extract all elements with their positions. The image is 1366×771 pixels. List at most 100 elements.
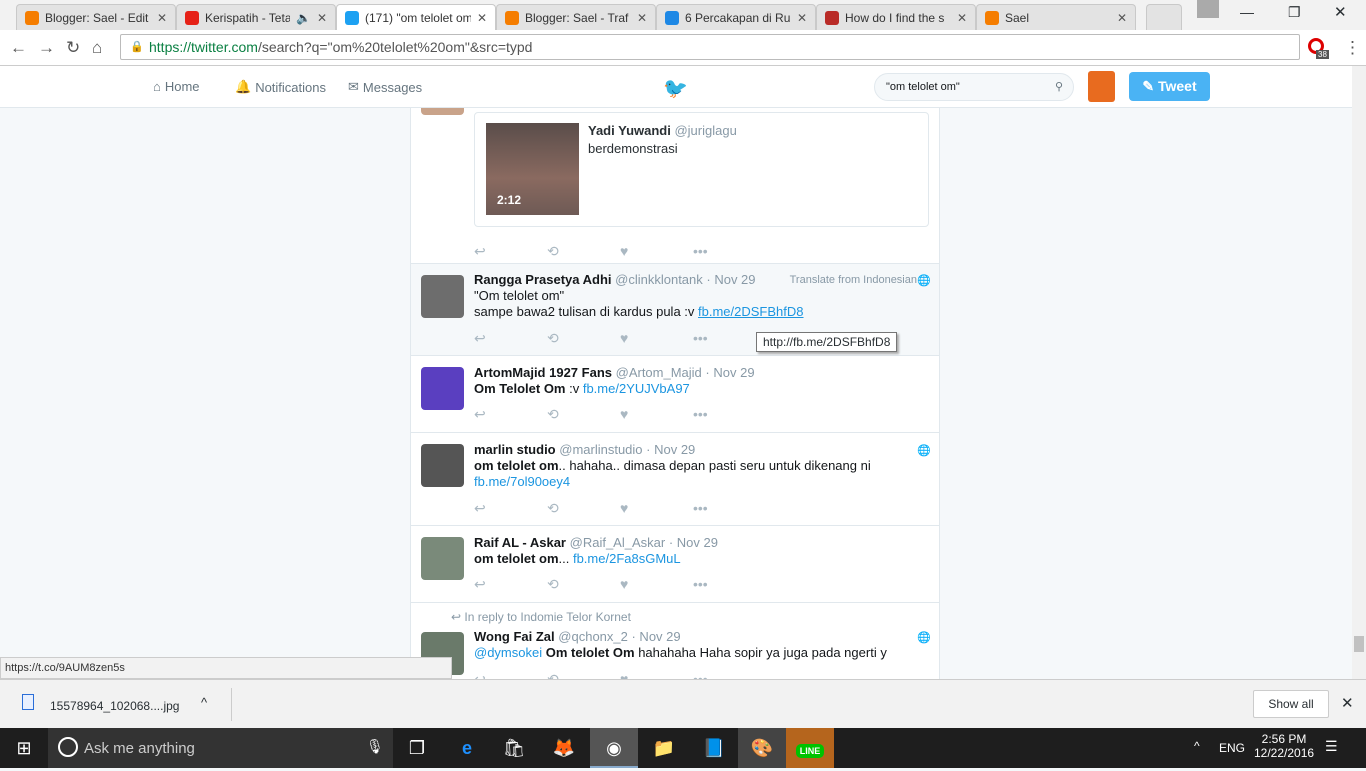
back-button[interactable]: ← [10,38,27,58]
clock[interactable]: 2:56 PM 12/22/2016 [1254,732,1314,760]
author-name[interactable]: marlin studio [474,442,556,457]
avatar[interactable] [1088,71,1115,102]
home-button[interactable]: ⌂ [92,38,102,58]
browser-tab[interactable]: Blogger: Sael - Edit ✕ [16,4,176,30]
show-all-button[interactable]: Show all [1253,690,1329,718]
close-tab-icon[interactable]: ✕ [1117,11,1127,25]
profile-icon[interactable] [1197,0,1219,18]
chevron-up-icon[interactable]: ^ [201,695,207,710]
task-view-icon[interactable]: ❐ [393,728,441,768]
author-handle[interactable]: @marlinstudio [559,442,642,457]
reply-icon[interactable]: ↩ [474,330,547,347]
tweet[interactable]: ArtomMajid 1927 Fans @Artom_Majid · Nov … [411,356,939,433]
close-window-button[interactable]: ✕ [1334,3,1347,21]
browser-tab[interactable]: How do I find the s ✕ [816,4,976,30]
embedded-tweet-card[interactable]: 2:12 Yadi Yuwandi @juriglagu berdemonstr… [474,112,929,227]
tweet-link[interactable]: fb.me/7ol90oey4 [474,474,570,489]
close-tab-icon[interactable]: ✕ [957,11,967,25]
tweet-link[interactable]: fb.me/2Fa8sGMuL [573,551,681,566]
avatar[interactable] [421,537,464,580]
close-icon[interactable]: ✕ [1341,694,1354,712]
line-icon[interactable]: LINE [786,728,834,768]
scrollbar-thumb[interactable] [1354,636,1364,652]
author-name[interactable]: Yadi Yuwandi [588,123,671,138]
app-icon[interactable]: 📘 [690,728,738,768]
browser-tab[interactable]: Kerispatih - Teta 🔈 ✕ [176,4,336,30]
speaker-icon[interactable]: 🔈 [296,11,311,25]
more-icon[interactable]: ••• [693,406,766,423]
retweet-icon[interactable]: ⟲ [547,576,620,593]
paint-icon[interactable]: 🎨 [738,728,786,768]
tweet-date[interactable]: · Nov 29 [706,272,755,287]
author-name[interactable]: Wong Fai Zal [474,629,555,644]
close-tab-icon[interactable]: ✕ [317,11,327,25]
tweet[interactable]: 2:12 Yadi Yuwandi @juriglagu berdemonstr… [411,108,939,264]
address-bar[interactable]: 🔒 https://twitter.com/search?q="om%20tel… [120,34,1300,60]
chrome-icon[interactable]: ◉ [590,728,638,768]
cortana-search[interactable]: Ask me anything 🎙 [48,728,393,768]
video-thumbnail[interactable]: 2:12 [486,123,579,215]
more-icon[interactable]: ••• [693,500,766,517]
reply-icon[interactable]: ↩ [474,243,547,260]
search-icon[interactable]: ⚲ [1055,74,1063,100]
retweet-icon[interactable]: ⟲ [547,406,620,423]
tweet-date[interactable]: · Nov 29 [646,442,695,457]
new-tab-button[interactable] [1146,4,1182,30]
author-name[interactable]: Raif AL - Askar [474,535,566,550]
download-item[interactable]: 15578964_102068....jpg [50,699,179,713]
like-icon[interactable]: ♥ [620,406,693,423]
search-input[interactable]: "om telolet om" ⚲ [874,73,1074,101]
author-handle[interactable]: @juriglagu [674,123,736,138]
browser-tab[interactable]: (171) "om telolet om" ✕ [336,4,496,30]
like-icon[interactable]: ♥ [620,330,693,347]
tweet-date[interactable]: · Nov 29 [631,629,680,644]
browser-tab[interactable]: Sael ✕ [976,4,1136,30]
firefox-icon[interactable]: 🦊 [540,728,588,768]
avatar[interactable] [421,444,464,487]
tweet[interactable]: marlin studio @marlinstudio · Nov 29 🌐 o… [411,433,939,526]
microphone-icon[interactable]: 🎙 [366,738,384,755]
more-icon[interactable]: ••• [693,243,766,260]
file-explorer-icon[interactable]: 📁 [640,728,688,768]
forward-button[interactable]: → [38,38,55,58]
browser-tab[interactable]: Blogger: Sael - Traf ✕ [496,4,656,30]
close-tab-icon[interactable]: ✕ [157,11,167,25]
maximize-button[interactable]: ❐ [1288,4,1301,21]
tweet[interactable]: ↩ In reply to Indomie Telor Kornet Wong … [411,603,939,680]
like-icon[interactable]: ♥ [620,576,693,593]
tweet[interactable]: Raif AL - Askar @Raif_Al_Askar · Nov 29 … [411,526,939,603]
avatar[interactable] [421,275,464,318]
author-handle[interactable]: @Artom_Majid [616,365,702,380]
like-icon[interactable]: ♥ [620,500,693,517]
reply-icon[interactable]: ↩ [474,500,547,517]
tweet-date[interactable]: · Nov 29 [669,535,718,550]
scrollbar[interactable] [1352,66,1366,680]
edge-icon[interactable]: e [443,728,491,768]
avatar[interactable] [421,367,464,410]
windows-start-icon[interactable]: ⊞ [0,728,48,768]
translate-link[interactable]: Translate from Indonesian [790,274,917,286]
browser-tab[interactable]: 6 Percakapan di Ru ✕ [656,4,816,30]
chevron-up-icon[interactable]: ^ [1194,739,1200,753]
nav-messages[interactable]: ✉ Messages [348,79,422,95]
author-handle[interactable]: @qchonx_2 [558,629,628,644]
author-name[interactable]: ArtomMajid 1927 Fans [474,365,612,380]
like-icon[interactable]: ♥ [620,243,693,260]
author-handle[interactable]: @clinkklontank [615,272,703,287]
store-icon[interactable]: 🛍 [490,728,538,768]
close-tab-icon[interactable]: ✕ [477,11,487,25]
author-handle[interactable]: @Raif_Al_Askar [570,535,666,550]
retweet-icon[interactable]: ⟲ [547,243,620,260]
in-reply-to[interactable]: In reply to Indomie Telor Kornet [464,610,631,624]
author-name[interactable]: Rangga Prasetya Adhi [474,272,612,287]
language-indicator[interactable]: ENG [1219,741,1245,755]
close-tab-icon[interactable]: ✕ [797,11,807,25]
tweet-link[interactable]: fb.me/2DSFBhfD8 [698,304,804,319]
menu-icon[interactable]: ⋮ [1344,38,1361,58]
tweet-link[interactable]: fb.me/2YUJVbA97 [583,381,690,396]
minimize-button[interactable]: — [1240,4,1254,20]
nav-notifications[interactable]: 🔔 Notifications [235,79,326,95]
mention-link[interactable]: @dymsokei [474,645,542,660]
more-icon[interactable]: ••• [693,576,766,593]
twitter-bird-icon[interactable]: 🐦 [663,76,688,101]
